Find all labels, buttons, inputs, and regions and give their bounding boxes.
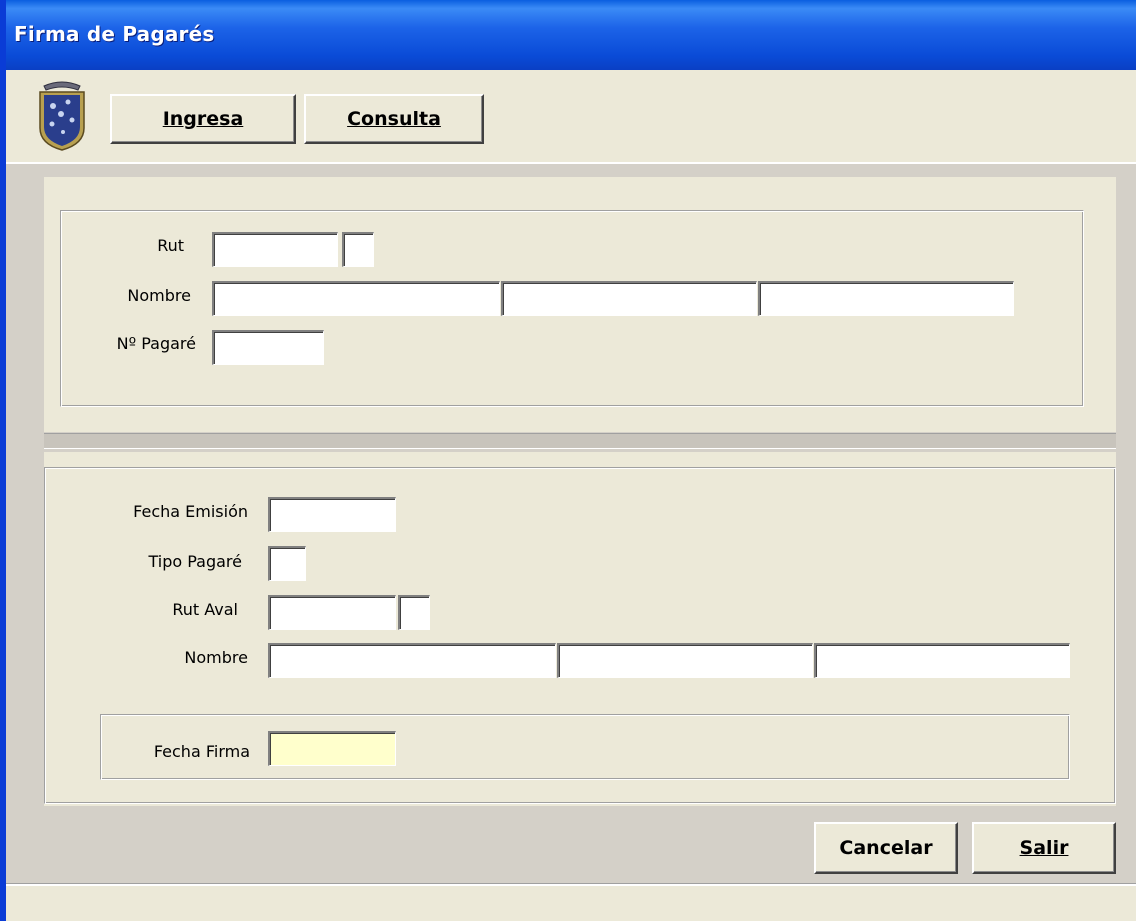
rut-label: Rut <box>157 236 184 255</box>
fecha-emision-input[interactable] <box>268 497 396 532</box>
rut-aval-input[interactable] <box>268 595 396 630</box>
tipo-pagare-input[interactable] <box>268 546 306 581</box>
section-divider <box>44 433 1116 449</box>
rut-input[interactable] <box>212 232 338 267</box>
status-bar <box>6 884 1136 921</box>
title-bar[interactable]: Firma de Pagarés <box>6 0 1136 70</box>
rut-dv-input[interactable] <box>342 232 374 267</box>
tipo-pagare-label: Tipo Pagaré <box>148 552 242 571</box>
nombre-first-input[interactable] <box>212 281 500 316</box>
salir-button[interactable]: Salir <box>972 822 1116 874</box>
salir-button-label: Salir <box>1019 837 1069 859</box>
consulta-button[interactable]: Consulta <box>304 94 484 144</box>
nombre-third-input[interactable] <box>758 281 1014 316</box>
cancelar-button-label: Cancelar <box>839 837 933 859</box>
cancelar-button[interactable]: Cancelar <box>814 822 958 874</box>
aval-nombre-second-input[interactable] <box>557 643 813 678</box>
aval-nombre-first-input[interactable] <box>268 643 556 678</box>
nombre-second-input[interactable] <box>501 281 757 316</box>
app-window: Firma de Pagarés Ingresa Consulta Rut No… <box>0 0 1136 921</box>
crest-logo-icon <box>39 81 85 151</box>
ingresa-button[interactable]: Ingresa <box>110 94 296 144</box>
pagare-number-input[interactable] <box>212 330 324 365</box>
consulta-button-label: Consulta <box>347 108 441 130</box>
fecha-firma-label: Fecha Firma <box>153 742 250 761</box>
window-title: Firma de Pagarés <box>14 22 215 46</box>
fecha-emision-label: Fecha Emisión <box>133 502 248 521</box>
aval-nombre-third-input[interactable] <box>814 643 1070 678</box>
nombre-label: Nombre <box>127 286 191 305</box>
fecha-firma-input[interactable] <box>268 731 396 766</box>
rut-aval-label: Rut Aval <box>172 600 238 619</box>
aval-nombre-label: Nombre <box>184 648 248 667</box>
ingresa-button-label: Ingresa <box>162 108 244 130</box>
pagare-number-label: Nº Pagaré <box>116 334 196 353</box>
rut-aval-dv-input[interactable] <box>398 595 430 630</box>
